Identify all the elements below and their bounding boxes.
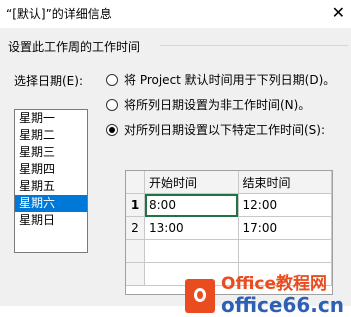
title-bar: “[默认]”的详细信息 ✕ <box>0 0 351 28</box>
option-label: 将所列日期设置为非工作时间(N)。 <box>124 98 311 112</box>
end-time-cell[interactable]: 12:00 <box>238 193 332 217</box>
end-time-cell[interactable] <box>238 239 332 263</box>
table-row: 2 13:00 17:00 <box>126 216 332 240</box>
day-listbox[interactable]: 星期一 星期二 星期三 星期四 星期五 星期六 星期日 <box>14 109 88 253</box>
option-label: 将 Project 默认时间用于下列日期(D)。 <box>124 73 336 87</box>
select-day-label: 选择日期(E): <box>14 74 83 88</box>
grid-corner <box>126 171 145 194</box>
group-separator <box>160 45 348 46</box>
table-row <box>126 239 332 263</box>
day-list-item[interactable]: 星期四 <box>15 161 87 178</box>
column-header-end: 结束时间 <box>238 171 332 194</box>
window-title: “[默认]”的详细信息 <box>6 7 112 21</box>
row-number: 1 <box>126 193 145 217</box>
start-time-cell[interactable] <box>144 239 239 263</box>
row-number: 2 <box>126 216 145 240</box>
office-logo-icon <box>185 278 215 313</box>
day-list-item[interactable]: 星期日 <box>15 212 87 229</box>
day-list-item[interactable]: 星期五 <box>15 178 87 195</box>
dialog-body: 设置此工作周的工作时间 选择日期(E): 星期一 星期二 星期三 星期四 星期五… <box>0 28 351 315</box>
radio-button[interactable] <box>106 73 118 86</box>
radio-button-checked[interactable] <box>106 123 118 136</box>
table-row: 1 8:00 12:00 <box>126 193 332 217</box>
row-number <box>126 262 145 286</box>
work-week-group-label: 设置此工作周的工作时间 <box>8 40 141 54</box>
day-list-item-selected[interactable]: 星期六 <box>15 195 87 212</box>
option-use-default[interactable]: 将 Project 默认时间用于下列日期(D)。 <box>106 71 335 88</box>
watermark-line2: office66.cn <box>221 293 344 317</box>
end-time-cell[interactable]: 17:00 <box>238 216 332 240</box>
close-icon[interactable]: ✕ <box>332 2 345 24</box>
option-nonworking[interactable]: 将所列日期设置为非工作时间(N)。 <box>106 96 310 113</box>
grid-header-row: 开始时间 结束时间 <box>126 171 332 194</box>
start-time-cell[interactable]: 13:00 <box>144 216 239 240</box>
watermark-line1: Office教程网 <box>221 274 328 294</box>
day-list-item[interactable]: 星期三 <box>15 144 87 161</box>
column-header-start: 开始时间 <box>144 171 239 194</box>
site-watermark: Office教程网 office66.cn <box>185 276 344 315</box>
radio-button[interactable] <box>106 98 118 111</box>
day-list-item[interactable]: 星期二 <box>15 127 87 144</box>
option-label: 对所列日期设置以下特定工作时间(S): <box>124 123 326 137</box>
row-number <box>126 239 145 263</box>
option-specific-hours[interactable]: 对所列日期设置以下特定工作时间(S): <box>106 121 325 138</box>
day-list-item[interactable]: 星期一 <box>15 110 87 127</box>
start-time-cell[interactable]: 8:00 <box>144 193 239 217</box>
